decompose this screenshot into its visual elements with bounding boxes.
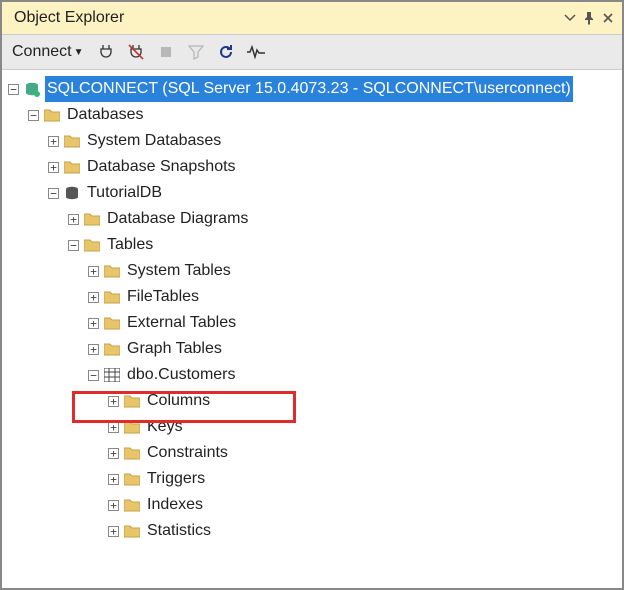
tree-node-statistics[interactable]: + Statistics <box>8 518 622 544</box>
database-icon <box>63 184 81 202</box>
table-icon <box>103 366 121 384</box>
panel-title: Object Explorer <box>10 9 564 27</box>
tree-label: Databases <box>65 102 146 128</box>
tree-label: Triggers <box>145 466 207 492</box>
panel-window-controls <box>564 11 614 25</box>
refresh-icon[interactable] <box>216 42 236 62</box>
expander-icon[interactable]: − <box>28 110 39 121</box>
tree-view[interactable]: − SQLCONNECT (SQL Server 15.0.4073.23 - … <box>2 72 622 588</box>
toolbar: Connect ▼ <box>2 34 622 70</box>
folder-icon <box>43 106 61 124</box>
tree-label: Columns <box>145 388 212 414</box>
expander-icon[interactable]: + <box>88 266 99 277</box>
folder-icon <box>103 340 121 358</box>
close-icon[interactable] <box>602 12 614 24</box>
tree-label: Tables <box>105 232 155 258</box>
expander-icon[interactable]: + <box>108 396 119 407</box>
tree-node-indexes[interactable]: + Indexes <box>8 492 622 518</box>
tree-label: Database Snapshots <box>85 154 238 180</box>
tree-label: Indexes <box>145 492 205 518</box>
tree-label: SQLCONNECT (SQL Server 15.0.4073.23 - SQ… <box>45 76 573 102</box>
expander-icon[interactable]: + <box>108 448 119 459</box>
expander-icon[interactable]: + <box>108 474 119 485</box>
tree-node-keys[interactable]: + Keys <box>8 414 622 440</box>
tree-label: Graph Tables <box>125 336 224 362</box>
tree-label: System Databases <box>85 128 223 154</box>
expander-icon[interactable]: + <box>108 500 119 511</box>
tree-node-filetables[interactable]: + FileTables <box>8 284 622 310</box>
tree-node-graph-tables[interactable]: + Graph Tables <box>8 336 622 362</box>
tree-label: External Tables <box>125 310 238 336</box>
folder-icon <box>123 418 141 436</box>
tree-label: Keys <box>145 414 185 440</box>
tree-node-system-databases[interactable]: + System Databases <box>8 128 622 154</box>
expander-icon[interactable]: + <box>108 422 119 433</box>
tree-label: Database Diagrams <box>105 206 250 232</box>
tree-node-tutorialdb[interactable]: − TutorialDB <box>8 180 622 206</box>
expander-icon[interactable]: + <box>88 292 99 303</box>
folder-icon <box>123 522 141 540</box>
window-menu-icon[interactable] <box>564 12 576 24</box>
filter-icon[interactable] <box>186 42 206 62</box>
activity-monitor-icon[interactable] <box>246 42 266 62</box>
tree-label: Constraints <box>145 440 230 466</box>
expander-icon[interactable]: + <box>88 344 99 355</box>
tree-label: dbo.Customers <box>125 362 238 388</box>
expander-icon[interactable]: + <box>108 526 119 537</box>
connect-label: Connect <box>12 43 72 61</box>
tree-label: TutorialDB <box>85 180 164 206</box>
tree-node-database-diagrams[interactable]: + Database Diagrams <box>8 206 622 232</box>
folder-icon <box>123 496 141 514</box>
connect-button[interactable]: Connect ▼ <box>10 41 86 63</box>
stop-icon <box>156 42 176 62</box>
tree-label: Statistics <box>145 518 213 544</box>
tree-node-server[interactable]: − SQLCONNECT (SQL Server 15.0.4073.23 - … <box>8 76 622 102</box>
tree-node-columns[interactable]: + Columns <box>8 388 622 414</box>
expander-icon[interactable]: + <box>48 162 59 173</box>
tree-node-databases[interactable]: − Databases <box>8 102 622 128</box>
tree-label: System Tables <box>125 258 233 284</box>
folder-icon <box>123 444 141 462</box>
folder-icon <box>63 132 81 150</box>
server-icon <box>23 80 41 98</box>
expander-icon[interactable]: − <box>8 84 19 95</box>
expander-icon[interactable]: + <box>68 214 79 225</box>
folder-icon <box>103 288 121 306</box>
expander-icon[interactable]: − <box>88 370 99 381</box>
folder-icon <box>103 262 121 280</box>
folder-icon <box>83 210 101 228</box>
tree-node-database-snapshots[interactable]: + Database Snapshots <box>8 154 622 180</box>
expander-icon[interactable]: + <box>88 318 99 329</box>
expander-icon[interactable]: − <box>68 240 79 251</box>
dropdown-caret-icon: ▼ <box>74 47 84 58</box>
folder-icon <box>63 158 81 176</box>
tree-label: FileTables <box>125 284 201 310</box>
connect-plug-icon[interactable] <box>96 42 116 62</box>
folder-icon <box>123 470 141 488</box>
expander-icon[interactable]: − <box>48 188 59 199</box>
tree-node-system-tables[interactable]: + System Tables <box>8 258 622 284</box>
pin-icon[interactable] <box>582 11 596 25</box>
tree-node-constraints[interactable]: + Constraints <box>8 440 622 466</box>
tree-node-dbo-customers[interactable]: − dbo.Customers <box>8 362 622 388</box>
expander-icon[interactable]: + <box>48 136 59 147</box>
tree-node-external-tables[interactable]: + External Tables <box>8 310 622 336</box>
panel-titlebar: Object Explorer <box>2 2 622 34</box>
disconnect-plug-icon[interactable] <box>126 42 146 62</box>
tree-node-triggers[interactable]: + Triggers <box>8 466 622 492</box>
tree-node-tables[interactable]: − Tables <box>8 232 622 258</box>
folder-icon <box>123 392 141 410</box>
folder-icon <box>103 314 121 332</box>
folder-icon <box>83 236 101 254</box>
